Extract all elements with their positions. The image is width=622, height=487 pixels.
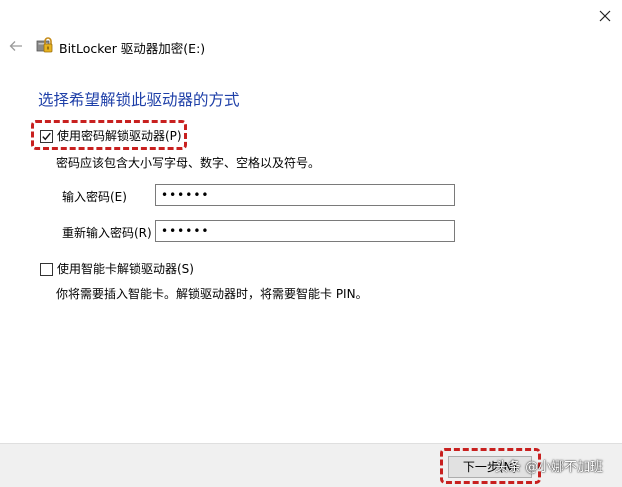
password-input[interactable] [155, 184, 455, 206]
window-title: BitLocker 驱动器加密(E:) [59, 41, 206, 56]
smartcard-unlock-checkbox[interactable] [40, 263, 53, 276]
reenter-password-label: 重新输入密码(R) [62, 226, 152, 240]
bitlocker-icon [36, 37, 53, 53]
bitlocker-window: BitLocker 驱动器加密(E:) 选择希望解锁此驱动器的方式 使用密码解锁… [0, 0, 622, 487]
back-button[interactable] [6, 36, 26, 56]
next-button[interactable]: 下一步(N) [448, 456, 532, 478]
password-unlock-label[interactable]: 使用密码解锁驱动器(P) [57, 127, 182, 144]
smartcard-hint: 你将需要插入智能卡。解锁驱动器时，将需要智能卡 PIN。 [56, 287, 368, 301]
password-hint: 密码应该包含大小写字母、数字、空格以及符号。 [56, 156, 321, 170]
password-field-label: 输入密码(E) [62, 190, 127, 204]
page-heading: 选择希望解锁此驱动器的方式 [38, 91, 240, 109]
back-arrow-icon [9, 41, 22, 51]
checkmark-icon [42, 132, 51, 141]
close-button[interactable] [592, 4, 618, 28]
reenter-password-input[interactable] [155, 220, 455, 242]
password-unlock-checkbox[interactable] [40, 130, 53, 143]
smartcard-unlock-label[interactable]: 使用智能卡解锁驱动器(S) [57, 260, 194, 277]
close-icon [599, 10, 611, 22]
